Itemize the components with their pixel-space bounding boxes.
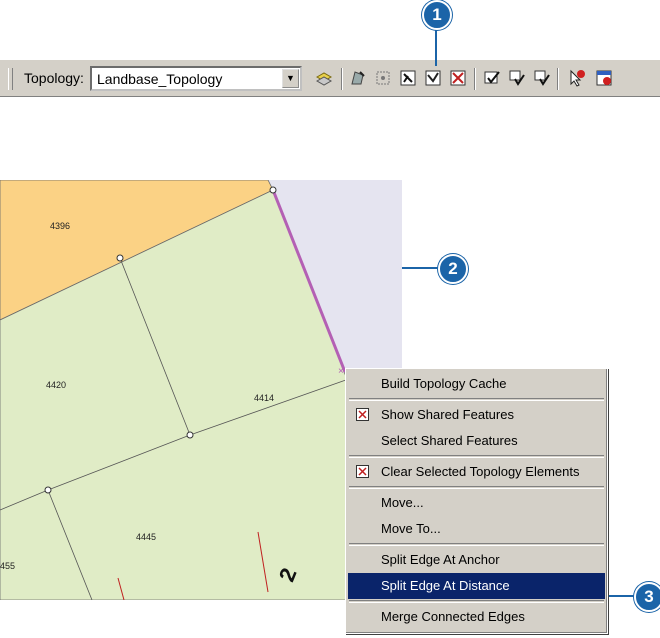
- parcel-label: 4420: [46, 380, 67, 390]
- clear-selected-icon: [356, 465, 369, 478]
- menu-item-label: Move To...: [381, 521, 441, 536]
- map-view[interactable]: × 4396 4420 4414 4445 455 2: [0, 180, 402, 600]
- parcel-label: 4414: [254, 393, 275, 403]
- topology-context-menu: Build Topology Cache Show Shared Feature…: [345, 368, 608, 634]
- menu-item-label: Split Edge At Anchor: [381, 552, 500, 567]
- menu-item-show-shared-features[interactable]: Show Shared Features: [348, 402, 605, 428]
- parcel-label: 455: [0, 561, 16, 571]
- menu-item-select-shared-features[interactable]: Select Shared Features: [348, 428, 605, 454]
- menu-item-clear-selected[interactable]: Clear Selected Topology Elements: [348, 459, 605, 485]
- parcel-label: 4396: [50, 221, 71, 231]
- callout-2: 2: [438, 254, 468, 284]
- menu-separator: [349, 600, 604, 603]
- menu-item-move[interactable]: Move...: [348, 490, 605, 516]
- menu-item-label: Build Topology Cache: [381, 376, 507, 391]
- show-shared-features-icon: [356, 408, 369, 421]
- parcel-map: ×: [0, 180, 402, 600]
- menu-separator: [349, 398, 604, 401]
- menu-item-merge-connected-edges[interactable]: Merge Connected Edges: [348, 604, 605, 630]
- menu-item-label: Merge Connected Edges: [381, 609, 525, 624]
- menu-item-build-topology-cache[interactable]: Build Topology Cache: [348, 371, 605, 397]
- svg-text:×: ×: [338, 366, 344, 377]
- menu-item-move-to[interactable]: Move To...: [348, 516, 605, 542]
- callout-1: 1: [422, 0, 452, 30]
- parcel-label: 4445: [136, 532, 157, 542]
- menu-separator: [349, 486, 604, 489]
- menu-item-label: Select Shared Features: [381, 433, 518, 448]
- menu-item-split-edge-at-distance[interactable]: Split Edge At Distance: [348, 573, 605, 599]
- menu-separator: [349, 455, 604, 458]
- menu-item-label: Move...: [381, 495, 424, 510]
- menu-item-label: Show Shared Features: [381, 407, 514, 422]
- menu-item-split-edge-at-anchor[interactable]: Split Edge At Anchor: [348, 547, 605, 573]
- menu-item-label: Clear Selected Topology Elements: [381, 464, 580, 479]
- menu-item-label: Split Edge At Distance: [381, 578, 510, 593]
- callout-3: 3: [634, 582, 660, 612]
- menu-separator: [349, 543, 604, 546]
